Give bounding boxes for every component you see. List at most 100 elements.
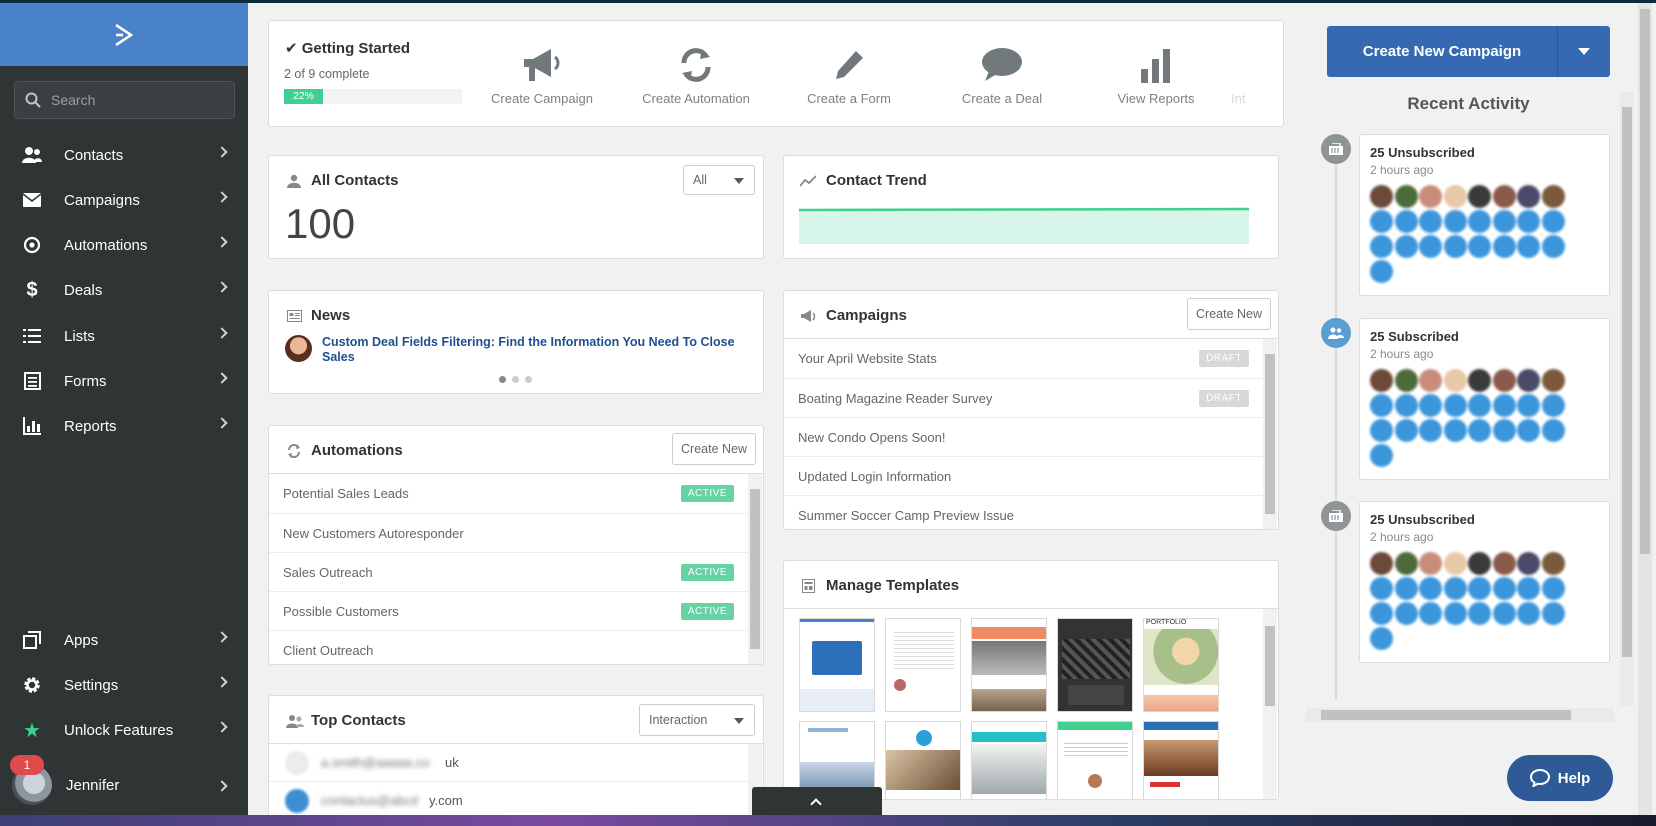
automations-scrollbar[interactable] [748,474,762,664]
top-contacts-sort-select[interactable]: Interaction [639,704,755,736]
sidebar-item-deals[interactable]: $ Deals [0,268,248,312]
progress-text: 2 of 9 complete [284,67,370,81]
template-thumbnail[interactable] [971,618,1047,712]
carousel-dot[interactable] [512,376,519,383]
list-item-name: Potential Sales Leads [283,486,409,501]
gear-icon [22,675,42,695]
carousel-dot-active[interactable] [499,376,506,383]
contact-avatar-blurred [1419,577,1442,600]
scroll-thumb[interactable] [1265,626,1275,706]
list-item[interactable]: Your April Website Stats DRAFT [784,339,1269,378]
caret-down-icon[interactable] [1578,48,1590,55]
list-item[interactable]: Sales Outreach ACTIVE [269,552,754,591]
contacts-filter-select[interactable]: All [683,165,755,195]
help-button[interactable]: Help [1507,755,1613,801]
scroll-thumb[interactable] [1265,354,1275,514]
template-thumbnail[interactable] [885,721,961,799]
list-item[interactable]: Client Outreach [269,630,754,664]
people-icon [286,715,304,728]
sidebar-item-settings[interactable]: Settings [0,663,248,707]
sidebar-item-unlock-features[interactable]: ★ Unlock Features [0,708,248,752]
integrations-button-partial[interactable]: Int [1231,43,1281,106]
app-logo[interactable] [0,3,248,66]
contact-avatar-blurred [1492,552,1516,575]
campaigns-scrollbar[interactable] [1263,339,1277,529]
news-author-avatar [285,335,312,362]
activity-card[interactable]: 25 Unsubscribed 2 hours ago [1359,134,1610,296]
create-deal-button[interactable]: Create a Deal [927,43,1077,106]
create-new-campaign-button[interactable]: Create New Campaign [1327,26,1610,77]
template-thumbnail[interactable] [1143,721,1219,799]
app-root: Search Contacts Campaigns Automations $ … [0,0,1656,826]
contact-avatar-blurred [1468,602,1491,625]
automations-card: Automations Create New Potential Sales L… [268,425,764,665]
chevron-right-icon [216,417,228,429]
sidebar-item-automations[interactable]: Automations [0,223,248,267]
contact-email-tail: uk [445,755,459,770]
sidebar-item-apps[interactable]: Apps [0,618,248,662]
chevron-right-icon [216,631,228,643]
contact-avatar-blurred [1492,419,1516,442]
page-scrollbar[interactable] [1638,3,1652,815]
template-thumbnail[interactable] [799,618,875,712]
contact-avatar-blurred [1370,185,1393,208]
list-item[interactable]: Summer Soccer Camp Preview Issue [784,495,1269,529]
contact-avatar-blurred [1419,369,1442,392]
campaigns-create-new-button[interactable]: Create New [1187,298,1271,330]
chevron-right-icon [216,372,228,384]
contact-avatar-blurred [1517,235,1540,258]
scroll-thumb[interactable] [1321,710,1571,720]
contact-avatar-blurred [1370,419,1393,442]
list-item[interactable]: New Condo Opens Soon! [784,417,1269,456]
activity-time: 2 hours ago [1370,530,1434,544]
subscribe-icon [1321,318,1351,348]
sidebar-item-campaigns[interactable]: Campaigns [0,178,248,222]
template-thumbnail[interactable] [971,721,1047,799]
scroll-thumb[interactable] [1622,107,1632,657]
search-box[interactable]: Search [14,81,235,119]
create-campaign-button[interactable]: Create Campaign [467,43,617,106]
carousel-dot[interactable] [525,376,532,383]
megaphone-icon [467,43,617,87]
sidebar-item-contacts[interactable]: Contacts [0,133,248,177]
notification-badge[interactable]: 1 [10,755,44,775]
scroll-thumb[interactable] [1640,9,1650,554]
contact-avatar-blurred [1394,577,1418,600]
template-thumbnail[interactable] [1057,618,1133,712]
star-icon: ★ [23,719,41,742]
template-thumbnail[interactable] [1057,721,1133,799]
contact-avatar-blurred [1468,552,1491,575]
activity-card[interactable]: 25 Unsubscribed 2 hours ago [1359,501,1610,663]
activity-vertical-scrollbar[interactable] [1620,92,1634,706]
activity-timeline-line [1335,140,1337,700]
template-thumbnail-portfolio[interactable]: PORTFOLIO [1143,618,1219,712]
news-headline-link[interactable]: Custom Deal Fields Filtering: Find the I… [322,335,742,365]
news-carousel-dots[interactable] [499,376,532,383]
create-form-button[interactable]: Create a Form [774,43,924,106]
form-icon [22,371,42,391]
activity-horizontal-scrollbar[interactable] [1306,708,1614,722]
contact-avatar-blurred [1443,369,1467,392]
sidebar-item-reports[interactable]: Reports [0,404,248,448]
user-menu[interactable]: 1 Jennifer [0,755,248,811]
automations-create-new-button[interactable]: Create New [672,433,756,465]
top-contact-row[interactable]: a.smith@aaaaa.co uk [269,744,749,782]
collapse-panel-tab[interactable] [752,787,882,816]
contact-avatar-blurred [1492,577,1516,600]
list-item[interactable]: Potential Sales Leads ACTIVE [269,474,754,513]
create-automation-button[interactable]: Create Automation [621,43,771,106]
list-item[interactable]: Updated Login Information [784,456,1269,495]
unsubscribe-icon [1321,134,1351,164]
templates-scrollbar[interactable] [1263,609,1277,799]
activity-title: 25 Subscribed [1370,329,1459,344]
scroll-thumb[interactable] [750,489,760,649]
list-item[interactable]: New Customers Autoresponder [269,513,754,552]
list-item[interactable]: Possible Customers ACTIVE [269,591,754,630]
sidebar-item-forms[interactable]: Forms [0,359,248,403]
sidebar-item-lists[interactable]: Lists [0,314,248,358]
template-thumbnail[interactable] [885,618,961,712]
newspaper-icon [287,310,302,322]
activity-card[interactable]: 25 Subscribed 2 hours ago [1359,318,1610,480]
list-item[interactable]: Boating Magazine Reader Survey DRAFT [784,378,1269,417]
view-reports-button[interactable]: View Reports [1081,43,1231,106]
